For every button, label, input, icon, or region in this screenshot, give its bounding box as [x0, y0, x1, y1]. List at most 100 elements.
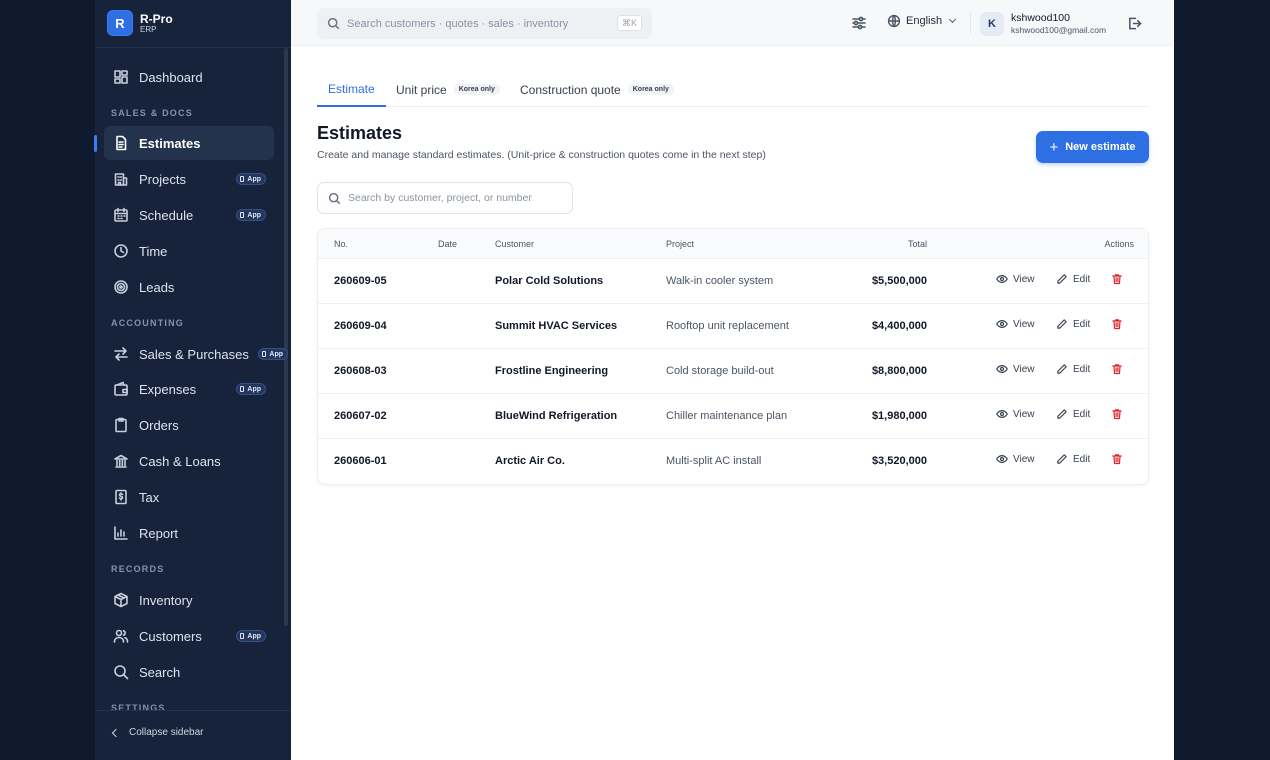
tab-unit-price[interactable]: Unit price Korea only [396, 72, 500, 107]
brand[interactable]: R R-Pro ERP [108, 11, 173, 35]
estimate-search-input[interactable] [348, 192, 568, 204]
tab-estimate[interactable]: Estimate [317, 72, 386, 107]
estimate-number: 260608-03 [334, 365, 387, 377]
column-no[interactable]: No. [334, 239, 348, 249]
column-project[interactable]: Project [666, 239, 694, 249]
sidebar-item-label: Orders [139, 417, 179, 433]
edit-button[interactable]: Edit [1056, 408, 1090, 420]
column-customer[interactable]: Customer [495, 239, 534, 249]
sidebar-item-time[interactable]: Time [104, 234, 274, 268]
search-icon [327, 17, 340, 30]
page-subtitle: Create and manage standard estimates. (U… [317, 149, 766, 161]
edit-button[interactable]: Edit [1056, 273, 1090, 285]
phone-icon [240, 176, 245, 182]
delete-button[interactable] [1111, 453, 1123, 465]
brand-sub: ERP [140, 24, 157, 34]
sidebar-item-expenses[interactable]: Expenses App [104, 372, 274, 406]
delete-button[interactable] [1111, 408, 1123, 420]
page-title: Estimates [317, 123, 403, 143]
korea-only-tag: Korea only [627, 84, 674, 95]
tab-bar: Estimate Unit price Korea only Construct… [317, 72, 1149, 107]
phone-icon [240, 386, 245, 392]
sidebar-item-label: Time [139, 243, 168, 259]
estimate-total: $8,800,000 [871, 365, 927, 377]
view-button[interactable]: View [996, 453, 1035, 465]
column-date[interactable]: Date [438, 239, 457, 249]
sidebar-item-search[interactable]: Search [104, 655, 274, 689]
sidebar-item-estimates[interactable]: Estimates [104, 126, 274, 160]
edit-button[interactable]: Edit [1056, 318, 1090, 330]
filter-button[interactable] [851, 15, 867, 31]
project-name: Multi-split AC install [666, 455, 762, 467]
column-total[interactable]: Total [908, 239, 927, 249]
pencil-icon [1057, 319, 1067, 329]
delete-button[interactable] [1111, 363, 1123, 375]
divider [95, 710, 291, 711]
chevron-down-icon [949, 15, 957, 24]
sidebar-item-tax[interactable]: Tax [104, 480, 274, 514]
clock-icon [113, 243, 129, 259]
arrows-icon [113, 346, 129, 362]
table-row[interactable]: 260607-02 BlueWind Refrigeration Chiller… [318, 394, 1148, 439]
pencil-icon [1057, 454, 1067, 464]
section-settings: SETTINGS [111, 703, 166, 710]
pencil-icon [1057, 409, 1067, 419]
table-row[interactable]: 260608-03 Frostline Engineering Cold sto… [318, 349, 1148, 394]
delete-button[interactable] [1111, 318, 1123, 330]
new-estimate-button[interactable]: + New estimate [1036, 131, 1149, 163]
sidebar-item-dashboard[interactable]: Dashboard [104, 60, 274, 94]
global-search-input[interactable] [347, 17, 607, 30]
bank-icon [113, 453, 129, 469]
estimate-total: $3,520,000 [871, 455, 927, 467]
sidebar-item-label: Inventory [139, 592, 193, 608]
language-selector[interactable]: English [887, 14, 957, 28]
phone-icon [262, 351, 267, 357]
collapse-label: Collapse sidebar [129, 727, 204, 738]
view-button[interactable]: View [996, 273, 1035, 285]
global-search[interactable]: ⌘K [317, 8, 652, 39]
sidebar-scrollbar[interactable] [284, 48, 288, 626]
sidebar-item-customers[interactable]: Customers App [104, 619, 274, 653]
box-icon [113, 592, 129, 608]
edit-button[interactable]: Edit [1056, 363, 1090, 375]
avatar[interactable]: K [980, 12, 1004, 36]
table-row[interactable]: 260609-04 Summit HVAC Services Rooftop u… [318, 304, 1148, 349]
sidebar-item-projects[interactable]: Projects App [104, 162, 274, 196]
user-email: kshwood100@gmail.com [1011, 25, 1107, 35]
sidebar-item-inventory[interactable]: Inventory [104, 583, 274, 617]
phone-icon [240, 633, 245, 639]
sidebar-item-report[interactable]: Report [104, 516, 274, 550]
sidebar-item-orders[interactable]: Orders [104, 408, 274, 442]
sidebar: R R-Pro ERP Dashboard SALES & DOCS Estim… [94, 0, 291, 760]
view-button[interactable]: View [996, 408, 1035, 420]
pencil-icon [1057, 274, 1067, 284]
sidebar-item-label: Projects [139, 171, 186, 187]
delete-button[interactable] [1111, 273, 1123, 285]
calendar-icon [113, 207, 129, 223]
search-icon [113, 664, 129, 680]
collapse-sidebar-button[interactable]: Collapse sidebar [111, 727, 204, 738]
sidebar-item-sales-purchases[interactable]: Sales & Purchases App [104, 337, 288, 371]
estimate-search[interactable] [317, 182, 573, 214]
table-row[interactable]: 260606-01 Arctic Air Co. Multi-split AC … [318, 439, 1148, 484]
table-row[interactable]: 260609-05 Polar Cold Solutions Walk-in c… [318, 259, 1148, 304]
estimate-number: 260609-04 [334, 320, 387, 332]
sidebar-item-cash-loans[interactable]: Cash & Loans [104, 444, 274, 478]
sidebar-item-label: Search [139, 664, 181, 680]
logout-button[interactable] [1127, 16, 1142, 31]
sidebar-item-label: Cash & Loans [139, 453, 221, 469]
sidebar-item-schedule[interactable]: Schedule App [104, 198, 274, 232]
language-label: English [906, 15, 943, 27]
document-icon [113, 135, 129, 151]
column-actions: Actions [1104, 239, 1134, 249]
tab-construction-quote[interactable]: Construction quote Korea only [520, 72, 674, 107]
search-icon [328, 192, 341, 204]
sidebar-item-label: Expenses [139, 381, 197, 397]
main-content: ⌘K English K kshwood100 kshwood100@gmail… [291, 0, 1174, 760]
eye-icon [996, 275, 1008, 283]
view-button[interactable]: View [996, 363, 1035, 375]
edit-button[interactable]: Edit [1056, 453, 1090, 465]
view-button[interactable]: View [996, 318, 1035, 330]
phone-icon [240, 212, 245, 218]
sidebar-item-leads[interactable]: Leads [104, 270, 274, 304]
